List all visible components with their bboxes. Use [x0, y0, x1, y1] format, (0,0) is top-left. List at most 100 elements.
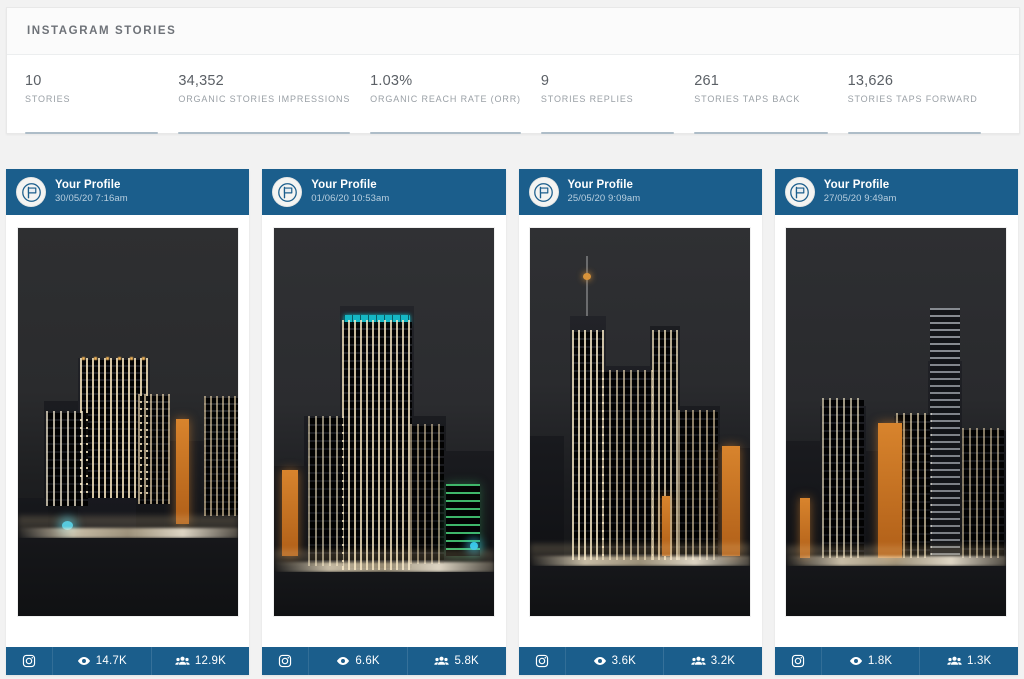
story-card-meta: Your Profile 25/05/20 9:09am: [568, 179, 641, 205]
avatar: [16, 177, 46, 207]
reach-cell: 1.3K: [919, 647, 1018, 675]
flag-icon: [790, 183, 809, 202]
instagram-stories-report: INSTAGRAM STORIES 10 STORIES 34,352 ORGA…: [0, 0, 1024, 679]
story-card-meta: Your Profile 27/05/20 9:49am: [824, 179, 897, 205]
eye-icon: [77, 654, 91, 668]
instagram-icon: [791, 654, 805, 668]
flag-icon: [22, 183, 41, 202]
people-icon: [175, 654, 190, 668]
stat-stories-taps-back: 261 STORIES TAPS BACK: [694, 73, 847, 125]
impressions-value: 3.6K: [612, 655, 636, 667]
eye-icon: [593, 654, 607, 668]
post-date: 01/06/20 10:53am: [311, 194, 389, 205]
avatar: [272, 177, 302, 207]
story-media-area: [519, 215, 762, 647]
story-card-header: Your Profile 27/05/20 9:49am: [775, 169, 1018, 215]
stat-value: 10: [25, 73, 158, 90]
stat-underline: [694, 132, 827, 134]
page-title: INSTAGRAM STORIES: [27, 25, 176, 37]
story-thumbnail[interactable]: [530, 228, 750, 616]
panel-header: INSTAGRAM STORIES: [7, 8, 1019, 55]
profile-name: Your Profile: [824, 179, 897, 192]
reach-value: 5.8K: [454, 655, 478, 667]
people-icon: [947, 654, 962, 668]
story-thumbnail[interactable]: [786, 228, 1006, 616]
post-date: 30/05/20 7:16am: [55, 194, 128, 205]
avatar: [529, 177, 559, 207]
network-icon-cell: [6, 647, 53, 675]
stat-underline: [25, 132, 158, 134]
story-card[interactable]: Your Profile 27/05/20 9:49am: [775, 169, 1018, 675]
flag-icon: [534, 183, 553, 202]
story-media-area: [775, 215, 1018, 647]
stat-value: 9: [541, 73, 674, 90]
impressions-value: 1.8K: [868, 655, 892, 667]
story-card[interactable]: Your Profile 01/06/20 10:53am: [262, 169, 505, 675]
stat-underline: [541, 132, 674, 134]
story-thumbnail[interactable]: [18, 228, 238, 616]
eye-icon: [849, 654, 863, 668]
post-date: 25/05/20 9:09am: [568, 194, 641, 205]
eye-icon: [336, 654, 350, 668]
stat-label: ORGANIC STORIES IMPRESSIONS: [178, 94, 350, 104]
story-card-footer: 14.7K 12.9K: [6, 647, 249, 675]
profile-name: Your Profile: [55, 179, 128, 192]
reach-cell: 12.9K: [151, 647, 250, 675]
impressions-cell: 14.7K: [53, 647, 151, 675]
reach-cell: 5.8K: [407, 647, 506, 675]
stat-label: STORIES REPLIES: [541, 94, 674, 104]
story-card-footer: 1.8K 1.3K: [775, 647, 1018, 675]
story-card-header: Your Profile 25/05/20 9:09am: [519, 169, 762, 215]
story-media-area: [262, 215, 505, 647]
flag-icon: [278, 183, 297, 202]
instagram-icon: [22, 654, 36, 668]
stat-stories: 10 STORIES: [25, 73, 178, 125]
stats-row: 10 STORIES 34,352 ORGANIC STORIES IMPRES…: [7, 55, 1019, 133]
story-card-header: Your Profile 01/06/20 10:53am: [262, 169, 505, 215]
story-card-meta: Your Profile 01/06/20 10:53am: [311, 179, 389, 205]
story-thumbnail[interactable]: [274, 228, 494, 616]
story-card-footer: 3.6K 3.2K: [519, 647, 762, 675]
reach-value: 12.9K: [195, 655, 226, 667]
post-date: 27/05/20 9:49am: [824, 194, 897, 205]
people-icon: [434, 654, 449, 668]
stat-stories-replies: 9 STORIES REPLIES: [541, 73, 694, 125]
people-icon: [691, 654, 706, 668]
impressions-value: 14.7K: [96, 655, 127, 667]
story-media-area: [6, 215, 249, 647]
stat-organic-reach-rate: 1.03% ORGANIC REACH RATE (ORR): [370, 73, 541, 125]
stat-value: 34,352: [178, 73, 350, 90]
impressions-value: 6.6K: [355, 655, 379, 667]
profile-name: Your Profile: [568, 179, 641, 192]
profile-name: Your Profile: [311, 179, 389, 192]
instagram-icon: [278, 654, 292, 668]
stat-label: STORIES: [25, 94, 158, 104]
story-card[interactable]: Your Profile 25/05/20 9:09am: [519, 169, 762, 675]
stat-organic-stories-impressions: 34,352 ORGANIC STORIES IMPRESSIONS: [178, 73, 370, 125]
stat-label: STORIES TAPS BACK: [694, 94, 827, 104]
network-icon-cell: [519, 647, 566, 675]
story-card-meta: Your Profile 30/05/20 7:16am: [55, 179, 128, 205]
network-icon-cell: [775, 647, 822, 675]
stat-underline: [178, 132, 350, 134]
story-card[interactable]: Your Profile 30/05/20 7:16am: [6, 169, 249, 675]
stat-underline: [370, 132, 521, 134]
reach-cell: 3.2K: [663, 647, 762, 675]
stat-value: 1.03%: [370, 73, 521, 90]
avatar: [785, 177, 815, 207]
reach-value: 3.2K: [711, 655, 735, 667]
stat-label: STORIES TAPS FORWARD: [848, 94, 981, 104]
story-card-header: Your Profile 30/05/20 7:16am: [6, 169, 249, 215]
stat-value: 13,626: [848, 73, 981, 90]
story-card-footer: 6.6K 5.8K: [262, 647, 505, 675]
stat-value: 261: [694, 73, 827, 90]
stat-underline: [848, 132, 981, 134]
stat-label: ORGANIC REACH RATE (ORR): [370, 94, 521, 104]
story-card-grid: Your Profile 30/05/20 7:16am: [6, 169, 1018, 675]
stat-stories-taps-forward: 13,626 STORIES TAPS FORWARD: [848, 73, 1001, 125]
summary-panel: INSTAGRAM STORIES 10 STORIES 34,352 ORGA…: [6, 7, 1020, 134]
network-icon-cell: [262, 647, 309, 675]
impressions-cell: 3.6K: [566, 647, 664, 675]
instagram-icon: [535, 654, 549, 668]
reach-value: 1.3K: [967, 655, 991, 667]
